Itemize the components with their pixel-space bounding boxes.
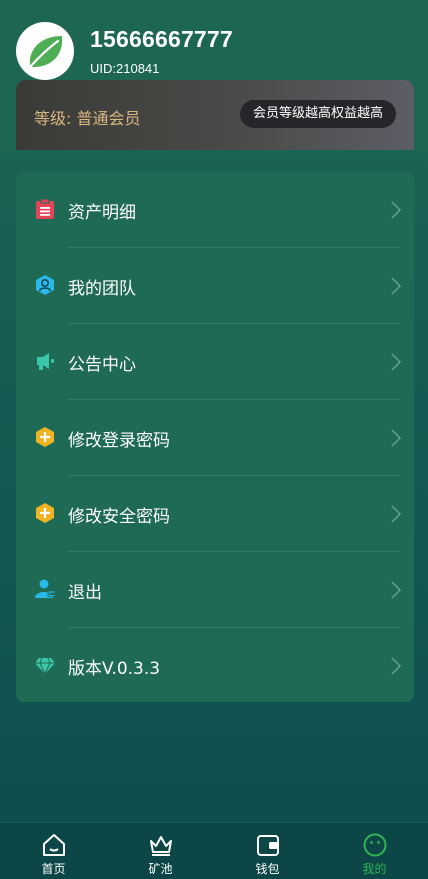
member-level-card: 等级: 普通会员 会员等级越高权益越高 (16, 80, 414, 150)
chevron-right-icon (391, 201, 402, 219)
leaf-icon (28, 36, 63, 69)
chevron-right-icon (391, 505, 402, 523)
menu-item-label: 资产明细 (68, 203, 136, 223)
tab-mining-pool[interactable]: 矿池 (107, 823, 214, 879)
tab-home[interactable]: 首页 (0, 823, 107, 879)
menu-item-logout[interactable]: 退出 (16, 552, 414, 628)
smiley-icon (363, 833, 387, 857)
profile-header: 15666667777 UID:210841 等级: 普通会员 会员等级越高权益… (0, 0, 428, 150)
chevron-right-icon (391, 429, 402, 447)
menu-item-label: 修改登录密码 (68, 431, 170, 451)
menu-item-announcements[interactable]: 公告中心 (16, 324, 414, 400)
chevron-right-icon (391, 581, 402, 599)
user-id: UID:210841 (90, 61, 160, 76)
tab-label: 钱包 (255, 862, 280, 876)
tab-wallet[interactable]: 钱包 (214, 823, 321, 879)
home-icon (43, 834, 65, 856)
chevron-right-icon (391, 657, 402, 675)
chevron-right-icon (391, 277, 402, 295)
wallet-icon (257, 835, 279, 856)
menu-item-asset-details[interactable]: 资产明细 (16, 172, 414, 248)
menu-card: 资产明细 我的团队 公告中心 修改登录密码 修改安全密码 退出 版本V.0.3.… (16, 172, 414, 702)
member-level-pill[interactable]: 会员等级越高权益越高 (239, 100, 396, 128)
tab-mine[interactable]: 我的 (321, 823, 428, 879)
team-icon (36, 275, 54, 295)
menu-item-label: 退出 (68, 583, 102, 603)
phone-number: 15666667777 (90, 26, 233, 52)
chevron-right-icon (391, 353, 402, 371)
menu-item-label: 修改安全密码 (68, 507, 170, 527)
tab-label: 矿池 (148, 862, 173, 876)
menu-item-my-team[interactable]: 我的团队 (16, 248, 414, 324)
menu-item-label: 版本V.0.3.3 (68, 659, 161, 679)
user-icon (35, 579, 56, 598)
crown-icon (150, 836, 172, 856)
tab-label: 我的 (362, 862, 387, 876)
menu-item-label: 我的团队 (68, 279, 136, 299)
menu-item-change-login-password[interactable]: 修改登录密码 (16, 400, 414, 476)
clipboard-icon (36, 198, 54, 219)
tab-label: 首页 (41, 862, 66, 876)
avatar[interactable] (16, 22, 74, 80)
menu-item-label: 公告中心 (68, 355, 136, 375)
menu-item-change-security-password[interactable]: 修改安全密码 (16, 476, 414, 552)
bottom-tab-bar: 首页 矿池 钱包 我的 (0, 822, 428, 879)
diamond-icon (35, 657, 55, 676)
hex-plus-icon (36, 427, 54, 447)
menu-item-version[interactable]: 版本V.0.3.3 (16, 628, 414, 704)
hex-plus-icon (36, 503, 54, 523)
member-level-text: 等级: 普通会员 (34, 109, 141, 128)
megaphone-icon (37, 353, 54, 370)
